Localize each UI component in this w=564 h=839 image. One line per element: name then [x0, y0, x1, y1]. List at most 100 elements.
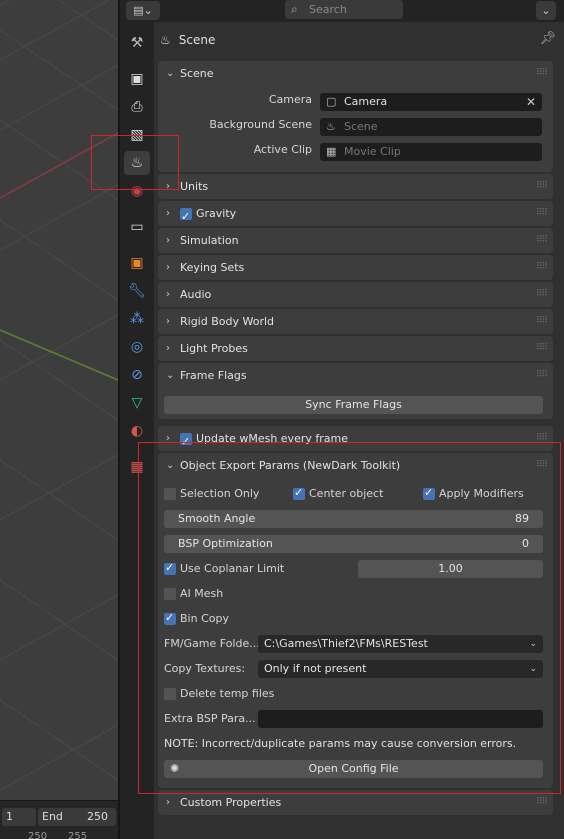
drag-handle-icon[interactable]: ⠿⠿ [536, 61, 548, 86]
pin-icon[interactable]: 📌︎ [539, 31, 556, 46]
panel-header-keying-sets[interactable]: › Keying Sets ⠿⠿ [158, 255, 553, 280]
search-input[interactable]: ⌕ Search [285, 0, 403, 19]
camera-field[interactable]: ▢ Camera ✕ [320, 93, 542, 111]
editor-type-button[interactable]: ▤⌄ [126, 1, 160, 20]
panel-header-object-export-params[interactable]: ⌄ Object Export Params (NewDark Toolkit) ⠿… [158, 453, 553, 478]
panel-gravity[interactable]: › Gravity ⠿⠿ [158, 201, 553, 229]
bin-copy-checkbox[interactable]: Bin Copy [164, 609, 229, 628]
panel-title: Update wMesh every frame [196, 432, 348, 445]
clear-icon[interactable]: ✕ [526, 93, 536, 111]
panel-header-custom-properties[interactable]: › Custom Properties ⠿⠿ [158, 790, 553, 815]
panel-header-units[interactable]: › Units ⠿⠿ [158, 174, 553, 199]
panel-keying-sets[interactable]: › Keying Sets ⠿⠿ [158, 255, 553, 280]
smooth-angle-value: 89 [515, 512, 529, 525]
selection-only-checkbox[interactable]: Selection Only [164, 485, 259, 503]
physics-icon: ◎ [130, 339, 144, 355]
ai-mesh-checkbox[interactable]: AI Mesh [164, 585, 223, 603]
tab-material[interactable]: ◐ [124, 419, 150, 443]
active-clip-label: Active Clip [253, 143, 312, 156]
3d-viewport[interactable] [0, 0, 118, 800]
chevron-down-icon: ⌄ [529, 664, 537, 674]
drag-handle-icon[interactable]: ⠿⠿ [536, 336, 548, 361]
extra-bsp-params-input[interactable] [258, 710, 543, 728]
tool-icon: ⚒ [130, 35, 144, 51]
fm-folder-dropdown[interactable]: C:\Games\Thief2\FMs\RESTest ⌄ [258, 635, 543, 653]
tab-render[interactable]: ▣ [124, 67, 150, 91]
panel-header-audio[interactable]: › Audio ⠿⠿ [158, 282, 553, 307]
background-scene-field[interactable]: ♨ Scene [320, 118, 542, 136]
panel-header-rigid-body-world[interactable]: › Rigid Body World ⠿⠿ [158, 309, 553, 334]
tab-constraints[interactable]: ⊘ [124, 363, 150, 387]
drag-handle-icon[interactable]: ⠿⠿ [536, 363, 548, 388]
panel-light-probes[interactable]: › Light Probes ⠿⠿ [158, 336, 553, 361]
tab-tool[interactable]: ⚒ [124, 31, 150, 55]
panel-title: Keying Sets [180, 261, 245, 274]
apply-modifiers-checkbox[interactable]: Apply Modifiers [423, 484, 524, 503]
panel-header-update-wmesh[interactable]: › Update wMesh every frame ⠿⠿ [158, 426, 553, 454]
panel-audio[interactable]: › Audio ⠿⠿ [158, 282, 553, 307]
panel-custom-properties[interactable]: › Custom Properties ⠿⠿ [158, 790, 553, 815]
update-wmesh-checkbox[interactable] [180, 429, 192, 454]
panel-object-export-params: ⌄ Object Export Params (NewDark Toolkit) ⠿… [158, 453, 553, 788]
copy-textures-label: Copy Textures: [164, 662, 246, 675]
panel-simulation[interactable]: › Simulation ⠿⠿ [158, 228, 553, 253]
panel-title: Scene [180, 67, 214, 80]
center-object-checkbox[interactable]: Center object [293, 484, 383, 503]
delete-temp-files-checkbox[interactable]: Delete temp files [164, 685, 274, 703]
apply-modifiers-label: Apply Modifiers [439, 487, 524, 500]
background-scene-placeholder: Scene [344, 120, 378, 133]
tab-output[interactable]: ⎙ [124, 95, 150, 119]
tab-view-layer[interactable]: ▧ [124, 123, 150, 147]
drag-handle-icon[interactable]: ⠿⠿ [536, 228, 548, 253]
end-value: 250 [87, 810, 108, 823]
timeline-footer: 1 End 250 250 255 [0, 800, 118, 839]
use-coplanar-limit-checkbox[interactable]: Use Coplanar Limit [164, 559, 284, 578]
sync-frame-flags-button[interactable]: Sync Frame Flags [164, 396, 543, 414]
drag-handle-icon[interactable]: ⠿⠿ [536, 174, 548, 199]
drag-handle-icon[interactable]: ⠿⠿ [536, 309, 548, 334]
active-clip-placeholder: Movie Clip [344, 145, 401, 158]
bsp-optimization-field[interactable]: BSP Optimization 0 [164, 535, 543, 553]
drag-handle-icon[interactable]: ⠿⠿ [536, 255, 548, 280]
panel-header-scene[interactable]: ⌄ Scene ⠿⠿ [158, 61, 553, 86]
tab-texture[interactable]: ▦ [124, 455, 150, 479]
panel-header-frame-flags[interactable]: ⌄ Frame Flags ⠿⠿ [158, 363, 553, 388]
panel-header-gravity[interactable]: › Gravity ⠿⠿ [158, 201, 553, 229]
panel-title: Gravity [196, 207, 237, 220]
panel-header-simulation[interactable]: › Simulation ⠿⠿ [158, 228, 553, 253]
coplanar-limit-field[interactable]: 1.00 [358, 560, 543, 578]
viewport-grid [0, 0, 118, 791]
drag-handle-icon[interactable]: ⠿⠿ [536, 426, 548, 451]
tab-modifiers[interactable]: 🔧︎ [124, 279, 150, 303]
tab-scene[interactable]: ♨ [124, 151, 150, 175]
tab-object[interactable]: ▣ [124, 251, 150, 275]
smooth-angle-slider[interactable]: Smooth Angle 89 [164, 510, 543, 528]
gravity-checkbox[interactable] [180, 204, 192, 229]
end-frame-field[interactable]: End 250 [38, 808, 116, 826]
chevron-right-icon: › [166, 289, 170, 300]
tab-world[interactable]: ◉ [124, 179, 150, 203]
copy-textures-dropdown[interactable]: Only if not present ⌄ [258, 660, 543, 678]
active-clip-field[interactable]: ▦ Movie Clip [320, 143, 542, 161]
tab-data[interactable]: ▽ [124, 391, 150, 415]
tab-collection[interactable]: ▭ [124, 215, 150, 239]
open-config-file-button[interactable]: ✺ Open Config File [164, 760, 543, 778]
panel-title: Audio [180, 288, 212, 301]
drag-handle-icon[interactable]: ⠿⠿ [536, 282, 548, 307]
tab-physics[interactable]: ◎ [124, 335, 150, 359]
timeline-tick: 250 [28, 831, 48, 839]
panel-rigid-body-world[interactable]: › Rigid Body World ⠿⠿ [158, 309, 553, 334]
drag-handle-icon[interactable]: ⠿⠿ [536, 201, 548, 226]
panel-header-light-probes[interactable]: › Light Probes ⠿⠿ [158, 336, 553, 361]
panel-units[interactable]: › Units ⠿⠿ [158, 174, 553, 199]
drag-handle-icon[interactable]: ⠿⠿ [536, 453, 548, 478]
options-dropdown-button[interactable]: ⌄ [536, 1, 556, 20]
delete-temp-files-label: Delete temp files [180, 687, 275, 700]
current-frame-field[interactable]: 1 [2, 808, 36, 826]
panel-title: Custom Properties [180, 796, 282, 809]
movie-clip-icon: ▦ [326, 145, 337, 158]
drag-handle-icon[interactable]: ⠿⠿ [536, 790, 548, 815]
tab-particles[interactable]: ⁂ [124, 307, 150, 331]
panel-update-wmesh[interactable]: › Update wMesh every frame ⠿⠿ [158, 426, 553, 454]
chevron-down-icon: ⌄ [529, 639, 537, 649]
